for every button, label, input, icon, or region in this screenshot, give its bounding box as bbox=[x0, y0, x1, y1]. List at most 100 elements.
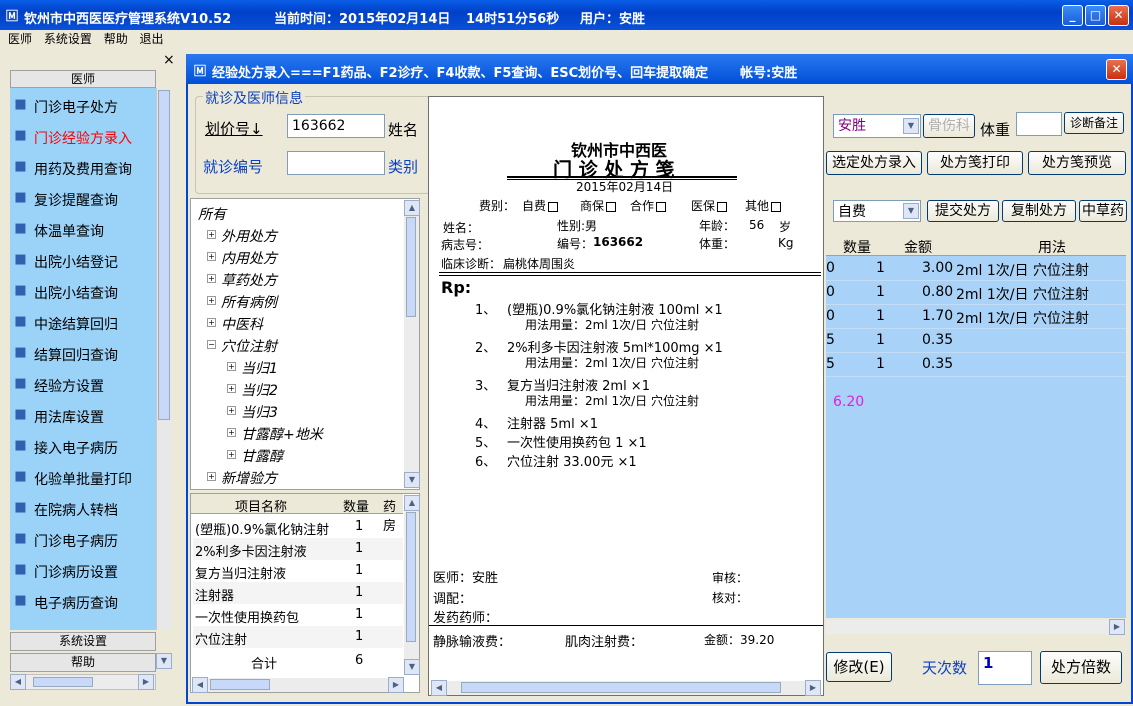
multiple-button[interactable]: 处方倍数 bbox=[1040, 651, 1122, 684]
scroll-right-icon[interactable]: ▶ bbox=[1109, 619, 1125, 635]
tree-node[interactable]: + 新增验方 bbox=[207, 468, 277, 488]
minimize-button[interactable]: _ bbox=[1062, 5, 1083, 26]
preview-prescription-button[interactable]: 处方笺预览 bbox=[1028, 151, 1126, 175]
diagnosis-note-button[interactable]: 诊断备注 bbox=[1064, 112, 1124, 134]
nav-item[interactable]: ■ 出院小结登记 bbox=[10, 245, 156, 276]
tree-expander-icon[interactable]: + bbox=[207, 230, 216, 239]
menu-doctor[interactable]: 医师 bbox=[8, 30, 32, 48]
scroll-right-icon[interactable]: ▶ bbox=[138, 674, 154, 690]
copy-prescription-button[interactable]: 复制处方 bbox=[1002, 200, 1076, 222]
tree-node[interactable]: + 所有病例 bbox=[207, 292, 277, 312]
nav-item[interactable]: ■ 门诊电子病历 bbox=[10, 524, 156, 555]
nav-item[interactable]: ■ 结算回归查询 bbox=[10, 338, 156, 369]
prescription-grid-row[interactable]: 5 1 0.35 bbox=[826, 329, 1126, 353]
tree-expander-icon[interactable]: + bbox=[207, 296, 216, 305]
pricing-number-label[interactable]: 划价号↓ bbox=[205, 118, 263, 139]
prescription-tree[interactable]: 所有 + 外用处方 + 内用处方 + 草药处方 + 所有病例 + 中医科 − 穴位注射 + 当归1 + 当归2… bbox=[190, 198, 420, 490]
tree-node[interactable]: + 草药处方 bbox=[207, 270, 277, 290]
tree-expander-icon[interactable]: + bbox=[227, 362, 236, 371]
tree-expander-icon[interactable]: + bbox=[207, 318, 216, 327]
tree-root[interactable]: 所有 bbox=[198, 204, 226, 224]
tree-node[interactable]: + 内用处方 bbox=[207, 248, 277, 268]
tree-node[interactable]: + 当归3 bbox=[227, 402, 278, 422]
nav-item[interactable]: ■ 体温单查询 bbox=[10, 214, 156, 245]
nav-item[interactable]: ■ 电子病历查询 bbox=[10, 586, 156, 617]
tree-node[interactable]: + 外用处方 bbox=[207, 226, 277, 246]
scroll-left-icon[interactable]: ◀ bbox=[431, 680, 447, 696]
tree-scrollbar[interactable]: ▲ ▼ bbox=[404, 200, 420, 488]
tree-expander-icon[interactable]: + bbox=[227, 384, 236, 393]
items-table-hscrollbar[interactable]: ◀ ▶ bbox=[192, 677, 404, 693]
left-scrollbar[interactable] bbox=[156, 88, 172, 630]
items-table-row[interactable]: 穴位注射 1 bbox=[193, 626, 403, 648]
preview-hscrollbar[interactable]: ◀ ▶ bbox=[431, 680, 821, 696]
menu-settings[interactable]: 系统设置 bbox=[44, 30, 92, 48]
scroll-right-icon[interactable]: ▶ bbox=[805, 680, 821, 696]
system-settings-button[interactable]: 系统设置 bbox=[10, 632, 156, 651]
tree-node[interactable]: + 当归1 bbox=[227, 358, 278, 378]
submit-prescription-button[interactable]: 提交处方 bbox=[927, 200, 999, 222]
grid-hscrollbar[interactable]: ▶ bbox=[826, 619, 1126, 635]
left-panel-close[interactable]: × bbox=[163, 52, 175, 68]
days-input[interactable]: 1 bbox=[978, 651, 1032, 685]
scroll-up-icon[interactable]: ▲ bbox=[404, 200, 420, 216]
chevron-down-icon[interactable]: ▼ bbox=[903, 118, 919, 134]
nav-item[interactable]: ■ 复诊提醒查询 bbox=[10, 183, 156, 214]
items-table-row[interactable]: 2%利多卡因注射液 1 bbox=[193, 538, 403, 560]
modify-button[interactable]: 修改(E) bbox=[826, 652, 892, 682]
nav-item[interactable]: ■ 化验单批量打印 bbox=[10, 462, 156, 493]
window-close-button[interactable]: ✕ bbox=[1106, 59, 1127, 80]
nav-item[interactable]: ■ 用药及费用查询 bbox=[10, 152, 156, 183]
left-panel-header[interactable]: 医师 bbox=[10, 70, 156, 88]
nav-item[interactable]: ■ 在院病人转档 bbox=[10, 493, 156, 524]
scroll-down-icon[interactable]: ▼ bbox=[404, 659, 420, 675]
nav-item[interactable]: ■ 用法库设置 bbox=[10, 400, 156, 431]
tree-expander-icon[interactable]: + bbox=[227, 428, 236, 437]
tree-node[interactable]: − 穴位注射 bbox=[207, 336, 277, 356]
prescription-grid-row[interactable]: 0 1 1.70 2ml 1次/日 穴位注射 bbox=[826, 305, 1126, 329]
tree-expander-icon[interactable]: + bbox=[207, 252, 216, 261]
nav-item[interactable]: ■ 门诊经验方录入 bbox=[10, 121, 156, 152]
herbal-button[interactable]: 中草药 bbox=[1079, 200, 1127, 222]
scroll-left-icon[interactable]: ◀ bbox=[192, 677, 208, 693]
items-table-row[interactable]: (塑瓶)0.9%氯化钠注射 1 bbox=[193, 516, 403, 538]
tree-node[interactable]: + 甘露醇+地米 bbox=[227, 424, 323, 444]
tree-node[interactable]: + 当归2 bbox=[227, 380, 278, 400]
tree-expander-icon[interactable]: − bbox=[207, 340, 216, 349]
scroll-up-icon[interactable]: ▲ bbox=[404, 495, 420, 511]
help-button[interactable]: 帮助 bbox=[10, 653, 156, 672]
nav-item[interactable]: ■ 门诊病历设置 bbox=[10, 555, 156, 586]
items-table-row[interactable]: 复方当归注射液 1 bbox=[193, 560, 403, 582]
scroll-down-icon[interactable]: ▼ bbox=[404, 472, 420, 488]
menu-help[interactable]: 帮助 bbox=[104, 30, 128, 48]
maximize-button[interactable]: □ bbox=[1085, 5, 1106, 26]
select-prescription-button[interactable]: 选定处方录入 bbox=[826, 151, 922, 175]
print-prescription-button[interactable]: 处方笺打印 bbox=[927, 151, 1023, 175]
chevron-down-icon[interactable]: ▼ bbox=[156, 653, 172, 669]
nav-item[interactable]: ■ 出院小结查询 bbox=[10, 276, 156, 307]
tree-expander-icon[interactable]: + bbox=[207, 472, 216, 481]
left-hscrollbar[interactable]: ◀ ▶ bbox=[10, 674, 156, 690]
close-button[interactable]: ✕ bbox=[1108, 5, 1129, 26]
tree-expander-icon[interactable]: + bbox=[227, 406, 236, 415]
nav-item[interactable]: ■ 中途结算回归 bbox=[10, 307, 156, 338]
nav-item[interactable]: ■ 经验方设置 bbox=[10, 369, 156, 400]
items-table-scrollbar[interactable]: ▲ ▼ bbox=[404, 495, 420, 675]
scroll-right-icon[interactable]: ▶ bbox=[388, 677, 404, 693]
prescription-grid-row[interactable]: 5 1 0.35 bbox=[826, 353, 1126, 377]
items-table-row[interactable]: 一次性使用换药包 1 bbox=[193, 604, 403, 626]
nav-item[interactable]: ■ 门诊电子处方 bbox=[10, 90, 156, 121]
pricing-number-input[interactable]: 163662 bbox=[287, 114, 385, 138]
tree-expander-icon[interactable]: + bbox=[207, 274, 216, 283]
nav-item[interactable]: ■ 接入电子病历 bbox=[10, 431, 156, 462]
tree-expander-icon[interactable]: + bbox=[227, 450, 236, 459]
items-table-row[interactable]: 注射器 1 bbox=[193, 582, 403, 604]
department-button[interactable]: 骨伤科 bbox=[923, 114, 975, 138]
tree-node[interactable]: + 中医科 bbox=[207, 314, 263, 334]
tree-node[interactable]: + 甘露醇 bbox=[227, 446, 283, 466]
chevron-down-icon[interactable]: ▼ bbox=[903, 203, 919, 219]
prescription-grid-row[interactable]: 0 1 0.80 2ml 1次/日 穴位注射 bbox=[826, 281, 1126, 305]
prescription-grid-row[interactable]: 0 1 3.00 2ml 1次/日 穴位注射 bbox=[826, 257, 1126, 281]
menu-exit[interactable]: 退出 bbox=[140, 30, 164, 48]
scroll-left-icon[interactable]: ◀ bbox=[10, 674, 26, 690]
